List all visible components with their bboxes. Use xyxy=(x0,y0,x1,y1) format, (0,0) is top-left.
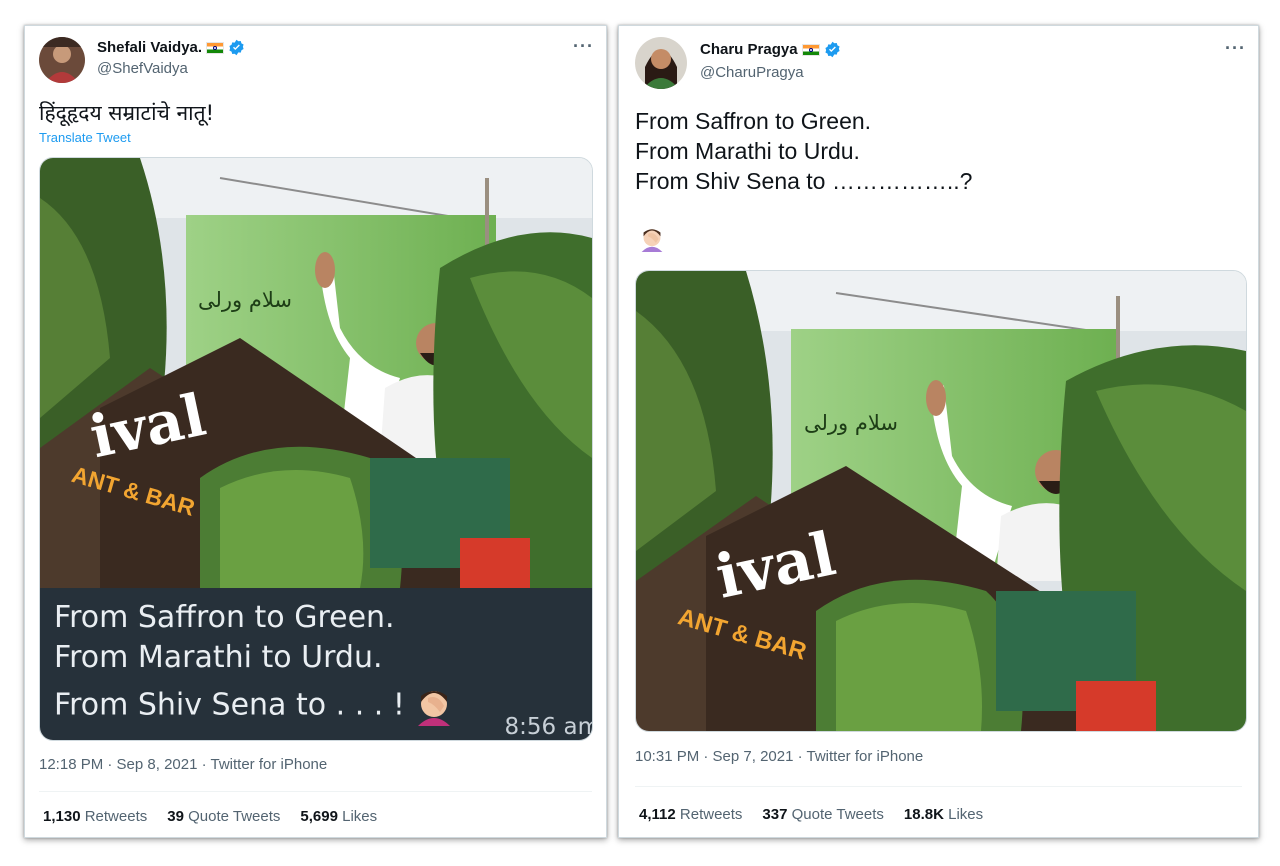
facepalm-emoji xyxy=(641,229,663,252)
divider xyxy=(39,791,592,792)
image-caption-panel: From Saffron to Green. From Marathi to U… xyxy=(40,588,592,740)
retweets-stat[interactable]: 1,130 Retweets xyxy=(43,808,147,825)
billboard-text: سلام ورلی xyxy=(198,288,292,312)
more-options-icon[interactable]: ··· xyxy=(573,36,594,57)
tweet-card-left: Shefali Vaidya. @ShefVaidya ··· हिंदूहृद… xyxy=(24,25,607,838)
caption-line-2: From Marathi to Urdu. xyxy=(54,640,383,675)
billboard-text: سلام ورلی xyxy=(804,411,898,435)
tweet-text-line-2: From Marathi to Urdu. xyxy=(635,138,860,164)
quote-tweets-stat[interactable]: 39 Quote Tweets xyxy=(167,808,280,825)
tweet-text-line-1: From Saffron to Green. xyxy=(635,108,872,134)
verified-badge-icon xyxy=(229,39,244,56)
tweet-timestamp[interactable]: 12:18 PM · Sep 8, 2021 · Twitter for iPh… xyxy=(39,756,327,773)
india-flag-icon xyxy=(206,41,225,54)
caption-line-3-text: From Shiv Sena to . . . ! xyxy=(54,687,405,723)
verified-badge-icon xyxy=(824,41,840,58)
translate-tweet-link[interactable]: Translate Tweet xyxy=(39,130,131,145)
caption-timestamp: 8:56 am xyxy=(504,714,593,740)
likes-stat[interactable]: 5,699 Likes xyxy=(300,808,377,825)
avatar[interactable] xyxy=(39,37,85,83)
tweet-text: हिंदूहृदय सम्राटांचे नातू! xyxy=(39,101,215,125)
tweet-image[interactable]: سلام ورلی ival ANT & BAR From Saffron to… xyxy=(39,157,593,741)
display-name[interactable]: Shefali Vaidya. xyxy=(97,39,202,56)
india-flag-icon xyxy=(801,43,820,56)
facepalm-emoji xyxy=(418,691,451,726)
likes-stat[interactable]: 18.8K Likes xyxy=(904,806,983,823)
tweet-image[interactable]: سلام ورلی ival ANT & BAR xyxy=(635,270,1247,732)
divider xyxy=(635,786,1242,787)
more-options-icon[interactable]: ··· xyxy=(1225,38,1246,59)
avatar[interactable] xyxy=(635,37,687,89)
tweet-stats: 4,112 Retweets 337 Quote Tweets 18.8K Li… xyxy=(639,806,983,823)
photo-scene xyxy=(40,158,592,588)
display-name[interactable]: Charu Pragya xyxy=(700,41,798,58)
caption-line-1: From Saffron to Green. xyxy=(54,600,395,635)
photo-scene xyxy=(636,271,1246,731)
user-handle[interactable]: @ShefVaidya xyxy=(97,60,188,77)
tweet-stats: 1,130 Retweets 39 Quote Tweets 5,699 Lik… xyxy=(43,808,377,825)
user-handle[interactable]: @CharuPragya xyxy=(700,64,804,81)
tweet-timestamp[interactable]: 10:31 PM · Sep 7, 2021 · Twitter for iPh… xyxy=(635,748,923,765)
caption-line-3: From Shiv Sena to . . . ! xyxy=(54,686,454,726)
quote-tweets-stat[interactable]: 337 Quote Tweets xyxy=(762,806,883,823)
tweet-card-right: Charu Pragya @CharuPragya ··· From Saffr… xyxy=(618,25,1259,838)
retweets-stat[interactable]: 4,112 Retweets xyxy=(639,806,742,823)
tweet-text-line-3: From Shiv Sena to ……………..? xyxy=(635,168,973,194)
